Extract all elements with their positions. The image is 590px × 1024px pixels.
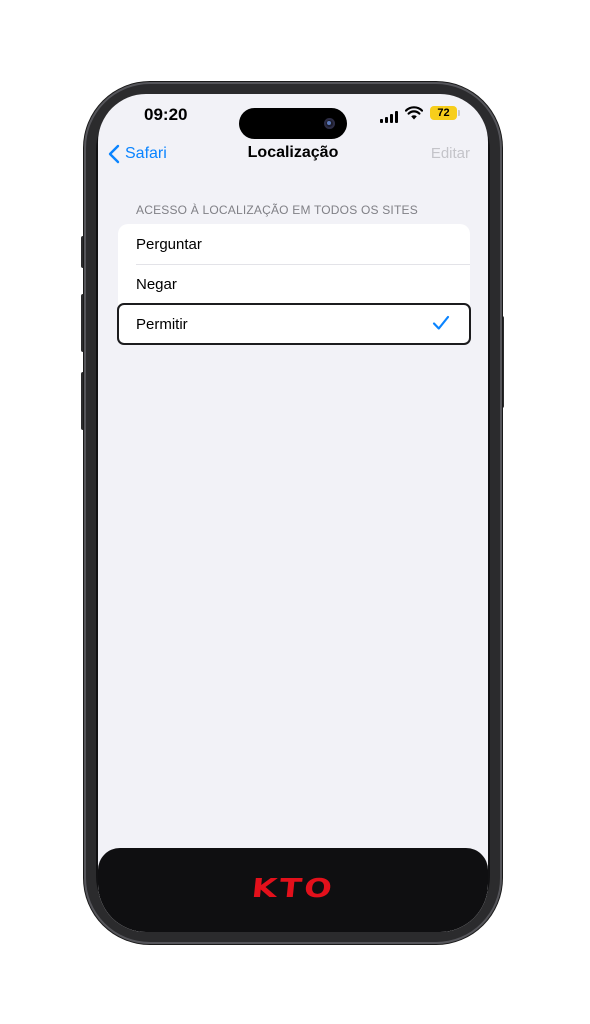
checkmark-icon	[432, 315, 450, 330]
page-title: Localização	[247, 144, 339, 161]
camera-icon	[324, 118, 335, 129]
brand-banner: KTO	[98, 848, 488, 932]
option-label: Negar	[136, 275, 177, 293]
cellular-signal-icon	[380, 111, 399, 123]
dynamic-island	[239, 108, 347, 139]
edit-button[interactable]: Editar	[431, 145, 470, 162]
location-options-list: Perguntar Negar Permitir	[117, 224, 471, 345]
battery-icon: 72	[430, 106, 457, 120]
option-permitir[interactable]: Permitir	[117, 303, 471, 345]
option-negar[interactable]: Negar	[118, 264, 470, 304]
wifi-icon	[405, 106, 423, 120]
section-header: ACESSO À LOCALIZAÇÃO EM TODOS OS SITES	[136, 203, 418, 217]
battery-cap	[458, 110, 460, 116]
option-label: Permitir	[136, 315, 188, 333]
option-label: Perguntar	[136, 235, 202, 253]
status-time: 09:20	[144, 105, 188, 124]
kto-logo: KTO	[250, 874, 336, 904]
option-perguntar[interactable]: Perguntar	[118, 224, 470, 264]
phone-screen: 09:20 72 Safari Localização Editar ACESS…	[98, 94, 488, 932]
